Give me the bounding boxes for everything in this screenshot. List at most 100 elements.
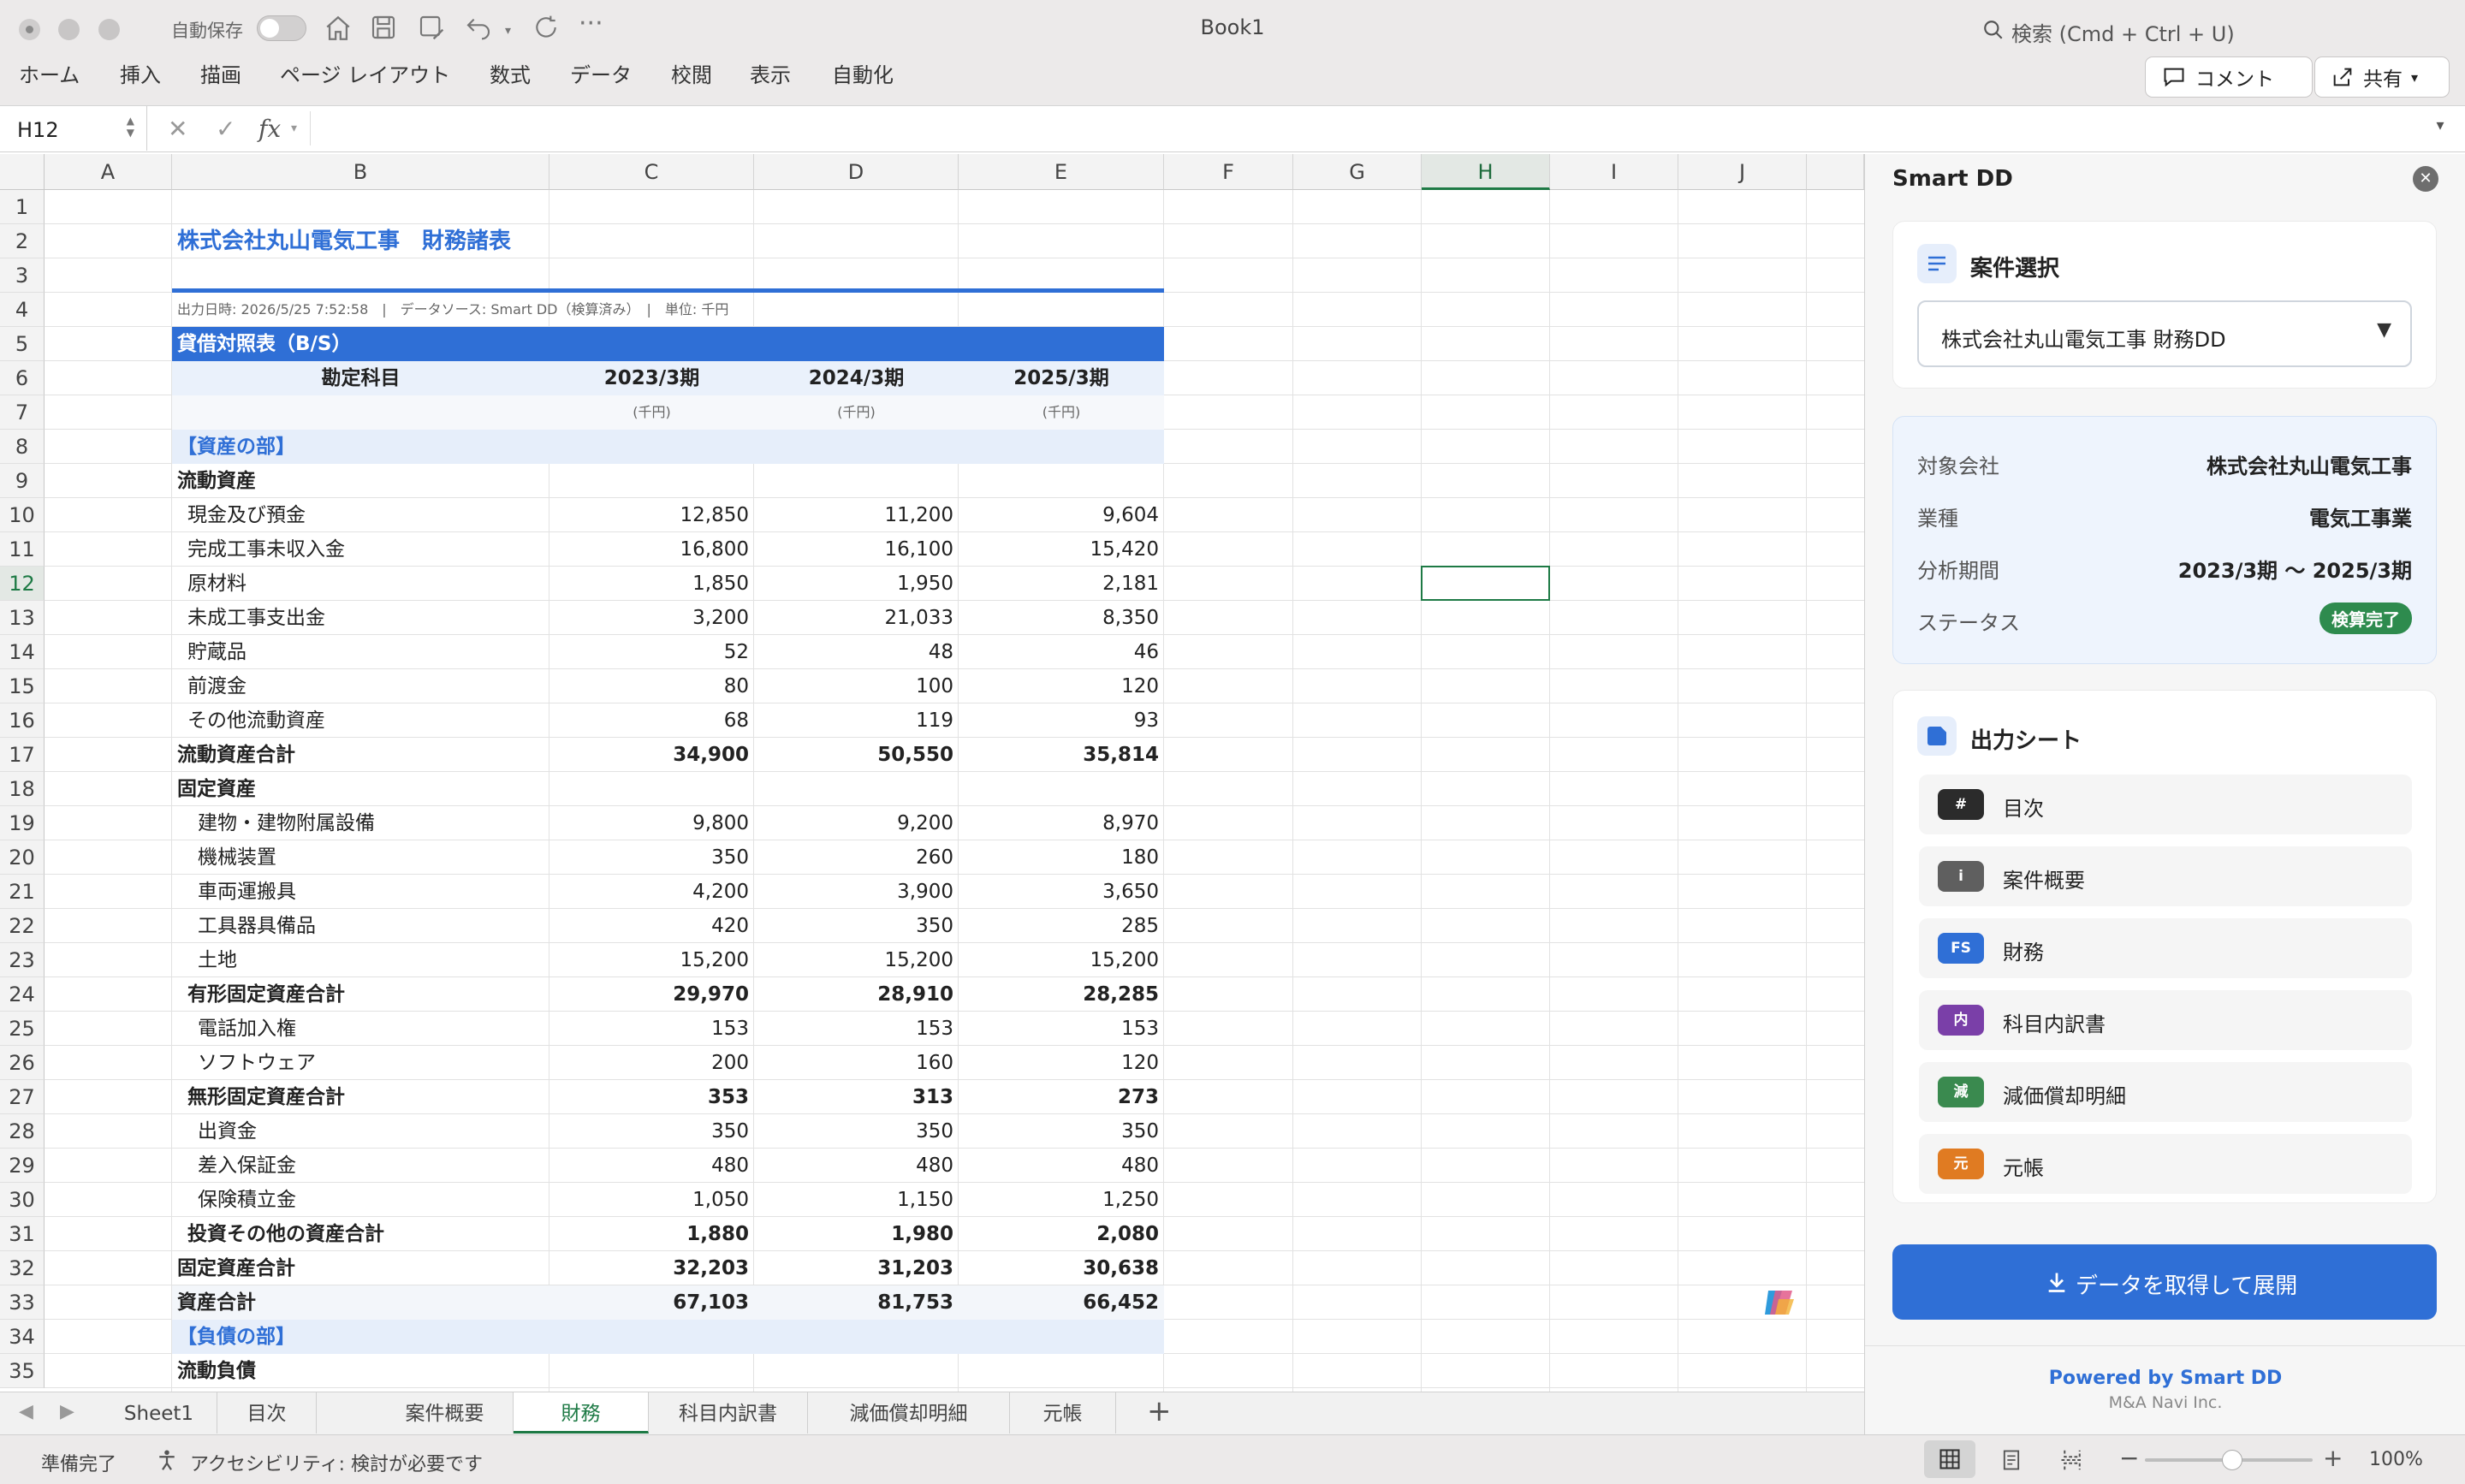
column-header-h[interactable]: H <box>1422 154 1550 190</box>
column-header-d[interactable]: D <box>754 154 959 190</box>
line-label[interactable]: 無形固定資産合計 <box>187 1080 549 1114</box>
output-sheet-item[interactable]: 内科目内訳書 <box>1919 990 2412 1050</box>
tab-home[interactable]: ホーム <box>19 58 80 88</box>
line-value[interactable]: 3,200 <box>549 601 754 635</box>
line-label[interactable]: 流動資産 <box>177 464 549 498</box>
home-icon[interactable] <box>324 14 353 43</box>
line-label[interactable]: 原材料 <box>187 567 549 601</box>
line-label[interactable]: 土地 <box>198 943 549 977</box>
line-value[interactable]: 4,200 <box>549 875 754 909</box>
line-value[interactable]: 21,033 <box>754 601 959 635</box>
column-header-b[interactable]: B <box>172 154 549 190</box>
line-value[interactable]: 1,880 <box>549 1217 754 1251</box>
line-label[interactable]: 資産合計 <box>177 1285 549 1320</box>
column-header-i[interactable]: I <box>1550 154 1678 190</box>
line-value[interactable]: 153 <box>959 1012 1164 1046</box>
row-header-26[interactable]: 26 <box>0 1046 45 1080</box>
row-header-11[interactable]: 11 <box>0 532 45 567</box>
redo-icon[interactable] <box>532 14 560 41</box>
column-header-e[interactable]: E <box>959 154 1164 190</box>
line-label[interactable]: 【負債の部】 <box>177 1320 549 1354</box>
header-item[interactable]: 勘定科目 <box>172 361 549 395</box>
tab-page-layout[interactable]: ページ レイアウト <box>280 58 450 88</box>
row-header-27[interactable]: 27 <box>0 1080 45 1114</box>
worksheet-grid[interactable]: A B C D E F G H I J 1 2 3 4 5 6 7 8 9 10 11 12 13 14 15 16 17 18 19 2… <box>0 154 1864 1392</box>
line-value[interactable]: 120 <box>959 1046 1164 1080</box>
header-period[interactable]: 2024/3期 <box>754 361 959 395</box>
zoom-level[interactable]: 100% <box>2369 1449 2423 1470</box>
column-header-a[interactable]: A <box>45 154 172 190</box>
row-header-1[interactable]: 1 <box>0 190 45 224</box>
section-title[interactable]: 貸借対照表（B/S） <box>177 327 691 361</box>
line-value[interactable]: 46 <box>959 635 1164 669</box>
tab-view[interactable]: 表示 <box>750 58 791 88</box>
undo-icon[interactable] <box>464 14 493 41</box>
autosave-toggle[interactable] <box>257 15 306 41</box>
line-label[interactable]: 未成工事支出金 <box>187 601 549 635</box>
line-label[interactable]: 工具器具備品 <box>198 909 549 943</box>
row-header-10[interactable]: 10 <box>0 498 45 532</box>
zoom-in-icon[interactable]: + <box>2323 1444 2343 1472</box>
case-select-dropdown[interactable]: 株式会社丸山電気工事 財務DD ▼ <box>1917 300 2412 367</box>
selected-cell[interactable] <box>1421 566 1550 601</box>
output-sheet-item[interactable]: i 案件概要 <box>1919 846 2412 906</box>
line-value[interactable]: 3,900 <box>754 875 959 909</box>
line-value[interactable]: 80 <box>549 669 754 703</box>
header-unit[interactable]: (千円) <box>959 395 1164 430</box>
line-label[interactable]: 車両運搬具 <box>198 875 549 909</box>
line-label[interactable]: 前渡金 <box>187 669 549 703</box>
line-label[interactable]: 固定資産合計 <box>177 1251 549 1285</box>
minimize-window-button[interactable] <box>58 19 80 40</box>
sheet-tab[interactable]: 科目内訳書 <box>649 1392 808 1434</box>
line-value[interactable]: 100 <box>754 669 959 703</box>
more-icon[interactable]: ··· <box>579 9 603 39</box>
line-value[interactable]: 353 <box>549 1080 754 1114</box>
line-value[interactable]: 160 <box>754 1046 959 1080</box>
scroll-left-icon[interactable]: ◀ <box>19 1401 33 1422</box>
line-value[interactable]: 28,285 <box>959 977 1164 1012</box>
zoom-out-icon[interactable]: − <box>2119 1444 2139 1472</box>
row-header-4[interactable]: 4 <box>0 293 45 327</box>
line-value[interactable]: 52 <box>549 635 754 669</box>
tab-automate[interactable]: 自動化 <box>832 58 894 88</box>
cancel-icon[interactable]: ✕ <box>168 115 187 143</box>
line-value[interactable]: 273 <box>959 1080 1164 1114</box>
row-header-15[interactable]: 15 <box>0 669 45 703</box>
line-value[interactable]: 93 <box>959 703 1164 738</box>
line-value[interactable]: 313 <box>754 1080 959 1114</box>
scroll-right-icon[interactable]: ▶ <box>60 1401 74 1422</box>
row-header-30[interactable]: 30 <box>0 1183 45 1217</box>
line-label[interactable]: 建物・建物附属設備 <box>198 806 549 840</box>
output-sheet-item[interactable]: 元元帳 <box>1919 1134 2412 1194</box>
row-header-32[interactable]: 32 <box>0 1251 45 1285</box>
line-value[interactable]: 15,200 <box>549 943 754 977</box>
comment-button[interactable]: コメント <box>2145 56 2313 98</box>
column-header-f[interactable]: F <box>1164 154 1293 190</box>
tab-formulas[interactable]: 数式 <box>490 58 531 88</box>
line-value[interactable]: 350 <box>754 909 959 943</box>
row-header-9[interactable]: 9 <box>0 464 45 498</box>
column-header-j[interactable]: J <box>1678 154 1807 190</box>
line-value[interactable]: 32,203 <box>549 1251 754 1285</box>
sheet-tab[interactable]: 元帳 <box>1010 1392 1116 1434</box>
page-break-view-icon[interactable] <box>2059 1447 2085 1473</box>
line-value[interactable]: 31,203 <box>754 1251 959 1285</box>
save-as-icon[interactable] <box>418 14 445 41</box>
row-header-18[interactable]: 18 <box>0 772 45 806</box>
line-value[interactable]: 1,250 <box>959 1183 1164 1217</box>
enter-icon[interactable]: ✓ <box>216 115 235 143</box>
fetch-data-button[interactable]: データを取得して展開 <box>1892 1244 2437 1320</box>
line-value[interactable]: 1,980 <box>754 1217 959 1251</box>
line-value[interactable]: 260 <box>754 840 959 875</box>
line-value[interactable]: 16,100 <box>754 532 959 567</box>
line-value[interactable]: 12,850 <box>549 498 754 532</box>
line-value[interactable]: 119 <box>754 703 959 738</box>
line-value[interactable]: 285 <box>959 909 1164 943</box>
copilot-icon[interactable] <box>1756 1280 1801 1325</box>
line-value[interactable]: 420 <box>549 909 754 943</box>
accessibility-status[interactable]: アクセシビリティ: 検討が必要です <box>190 1449 483 1476</box>
search-box[interactable]: 検索 (Cmd + Ctrl + U) <box>2011 17 2235 47</box>
line-value[interactable]: 16,800 <box>549 532 754 567</box>
footer-brand[interactable]: Powered by Smart DD <box>1865 1368 2465 1389</box>
line-value[interactable]: 350 <box>754 1114 959 1149</box>
